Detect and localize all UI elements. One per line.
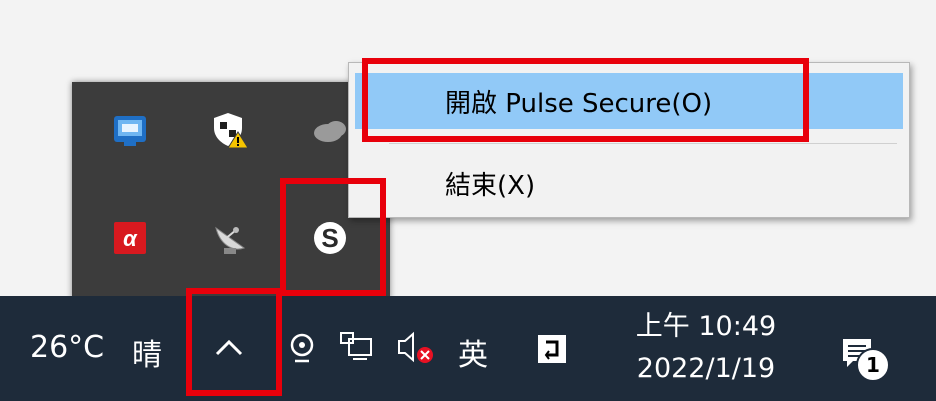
weather-temperature[interactable]: 26°C bbox=[30, 330, 104, 365]
show-hidden-icons-button[interactable] bbox=[198, 316, 260, 378]
security-shield-warning-icon[interactable] bbox=[204, 104, 256, 156]
menu-item-open-pulse-secure[interactable]: 開啟 Pulse Secure(O) bbox=[355, 73, 903, 129]
svg-text:S: S bbox=[321, 223, 338, 253]
action-center-button[interactable]: 1 bbox=[822, 318, 892, 388]
intel-graphics-icon[interactable] bbox=[104, 104, 156, 156]
clock-date: 2022/1/19 bbox=[636, 353, 776, 384]
weather-condition[interactable]: 晴 bbox=[132, 330, 162, 374]
notification-count-badge: 1 bbox=[856, 348, 890, 382]
satellite-dish-icon[interactable] bbox=[204, 212, 256, 264]
pulse-secure-context-menu: 開啟 Pulse Secure(O) 結束(X) bbox=[348, 62, 910, 218]
svg-text:α: α bbox=[123, 226, 138, 251]
webcam-icon[interactable] bbox=[282, 324, 322, 370]
chevron-up-icon bbox=[215, 339, 243, 356]
taskbar: 26°C 晴 英 上午 10:49 2022/1/19 1 bbox=[0, 296, 936, 401]
ime-mode-icon[interactable] bbox=[532, 330, 572, 368]
avira-antivirus-icon[interactable]: α bbox=[104, 212, 156, 264]
network-icon[interactable] bbox=[334, 324, 380, 370]
system-clock[interactable]: 上午 10:49 2022/1/19 bbox=[616, 306, 796, 390]
input-method-indicator[interactable]: 英 bbox=[458, 330, 488, 374]
menu-item-exit[interactable]: 結束(X) bbox=[355, 155, 903, 211]
clock-time: 上午 10:49 bbox=[635, 311, 777, 342]
volume-muted-icon[interactable] bbox=[392, 324, 442, 370]
menu-separator bbox=[389, 143, 897, 144]
tray-overflow-flyout: α S bbox=[72, 82, 390, 300]
pulse-secure-icon[interactable]: S bbox=[304, 212, 356, 264]
